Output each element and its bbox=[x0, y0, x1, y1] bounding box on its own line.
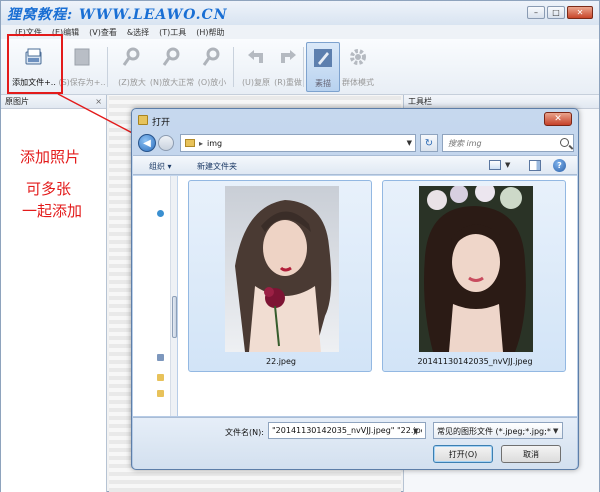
zoom-normal-icon bbox=[160, 45, 184, 69]
menu-help[interactable]: (H)帮助 bbox=[196, 27, 224, 38]
file-type-select[interactable]: 常见的图形文件 (*.jpeg;*.jpg;* bbox=[433, 422, 563, 439]
search-icon[interactable] bbox=[560, 138, 569, 147]
zoom-in-icon bbox=[120, 45, 144, 69]
chevron-down-icon[interactable]: ▼ bbox=[407, 139, 412, 147]
back-button[interactable]: ◀ bbox=[138, 134, 156, 152]
save-icon bbox=[70, 45, 94, 69]
organize-button[interactable]: 组织 ▾ bbox=[149, 161, 172, 172]
refresh-icon: ↻ bbox=[424, 137, 434, 149]
dialog-footer: 文件名(N): ▼ 常见的图形文件 (*.jpeg;*.jpg;* ▼ 打开(O… bbox=[133, 417, 577, 469]
sketch-icon bbox=[311, 46, 335, 70]
image-thumbnail bbox=[225, 186, 339, 352]
chevron-down-icon[interactable]: ▼ bbox=[553, 427, 558, 435]
address-path: img bbox=[207, 138, 223, 148]
scroll-thumb[interactable] bbox=[172, 296, 177, 338]
zoom-out-icon bbox=[200, 45, 224, 69]
address-bar[interactable]: ▸ img ▼ bbox=[180, 134, 416, 152]
panel-close-icon[interactable]: × bbox=[95, 97, 102, 106]
zoom-out-button[interactable]: (O)放小 bbox=[189, 42, 235, 92]
save-as-button[interactable]: (S)保存为+.. bbox=[58, 42, 106, 92]
annotation-line-3: 一起添加 bbox=[22, 202, 83, 220]
file-name: 20141130142035_nvVJJ.jpeg bbox=[417, 357, 533, 366]
toolbar-separator bbox=[303, 47, 304, 87]
chevron-down-icon[interactable]: ▼ bbox=[413, 427, 418, 435]
source-panel-title: 原图片 bbox=[5, 97, 29, 106]
refresh-button[interactable]: ↻ bbox=[420, 134, 438, 152]
app-title: 狸窝教程: WWW.LEAWO.CN bbox=[7, 7, 228, 23]
menu-tools[interactable]: (T)工具 bbox=[159, 27, 186, 38]
file-list: 22.jpeg 20141130142035_nvVJJ.jpeg bbox=[178, 176, 577, 416]
navigation-pane bbox=[133, 176, 177, 416]
app-titlebar: 狸窝教程: WWW.LEAWO.CN – □ ✕ bbox=[1, 1, 599, 25]
dialog-icon bbox=[138, 115, 148, 125]
breadcrumb-separator: ▸ bbox=[199, 138, 204, 148]
file-name: 22.jpeg bbox=[265, 357, 297, 366]
dialog-title: 打开 bbox=[152, 118, 171, 128]
close-button[interactable]: ✕ bbox=[567, 6, 593, 19]
forward-button[interactable] bbox=[158, 135, 174, 151]
annotation-line-1: 添加照片 bbox=[20, 148, 81, 166]
network-icon[interactable] bbox=[157, 210, 164, 217]
chevron-down-icon[interactable]: ▼ bbox=[505, 161, 510, 169]
command-bar: 组织 ▾ 新建文件夹 ▼ ? bbox=[133, 155, 577, 175]
preview-pane-icon[interactable] bbox=[529, 160, 541, 171]
search-input[interactable] bbox=[448, 138, 548, 148]
file-item[interactable]: 20141130142035_nvVJJ.jpeg bbox=[382, 180, 566, 372]
open-button[interactable]: 打开(O) bbox=[433, 445, 493, 463]
folder-icon bbox=[185, 139, 195, 147]
tool-panel-title: 工具栏 bbox=[404, 95, 599, 109]
image-thumbnail bbox=[419, 186, 533, 352]
dialog-close-button[interactable]: ✕ bbox=[544, 112, 572, 126]
menu-view[interactable]: (V)查看 bbox=[89, 27, 117, 38]
folder-icon[interactable] bbox=[157, 374, 164, 381]
toolbar: 添加文件+.. (S)保存为+.. (Z)放大 (N)放大正常 (O)放小 (U… bbox=[1, 39, 599, 95]
maximize-button[interactable]: □ bbox=[547, 6, 565, 19]
dialog-titlebar: 打开 ✕ bbox=[132, 109, 578, 131]
view-options-icon[interactable] bbox=[489, 160, 501, 170]
filename-input[interactable] bbox=[268, 422, 426, 439]
address-row: ◀ ▸ img ▼ ↻ bbox=[136, 133, 574, 153]
nav-scrollbar[interactable] bbox=[170, 176, 177, 416]
new-folder-button[interactable]: 新建文件夹 bbox=[197, 161, 237, 172]
batch-mode-button[interactable]: 群体模式 bbox=[335, 42, 381, 92]
menu-select[interactable]: &选择 bbox=[127, 27, 149, 38]
back-arrow-icon: ◀ bbox=[143, 137, 151, 149]
gear-icon bbox=[346, 45, 370, 69]
file-item[interactable]: 22.jpeg bbox=[188, 180, 372, 372]
annotation-line-2: 可多张 bbox=[26, 180, 72, 198]
minimize-button[interactable]: – bbox=[527, 6, 545, 19]
cancel-button[interactable]: 取消 bbox=[501, 445, 561, 463]
open-file-dialog: 打开 ✕ ◀ ▸ img ▼ ↻ 组织 ▾ 新建文件夹 ▼ ? bbox=[131, 108, 579, 470]
toolbar-separator bbox=[107, 47, 108, 87]
computer-icon[interactable] bbox=[157, 354, 164, 361]
menu-bar: (F)文件 (E)编辑 (V)查看 &选择 (T)工具 (H)帮助 bbox=[1, 25, 599, 39]
search-box bbox=[442, 134, 574, 152]
folder-icon[interactable] bbox=[157, 390, 164, 397]
window-controls: – □ ✕ bbox=[527, 6, 593, 19]
redo-icon bbox=[276, 45, 300, 69]
redo-button[interactable]: (R)重做 bbox=[265, 42, 311, 92]
help-icon[interactable]: ? bbox=[553, 159, 566, 172]
filename-label: 文件名(N): bbox=[225, 428, 264, 437]
highlight-box bbox=[7, 34, 63, 94]
source-panel-header: 原图片 × bbox=[1, 95, 106, 109]
